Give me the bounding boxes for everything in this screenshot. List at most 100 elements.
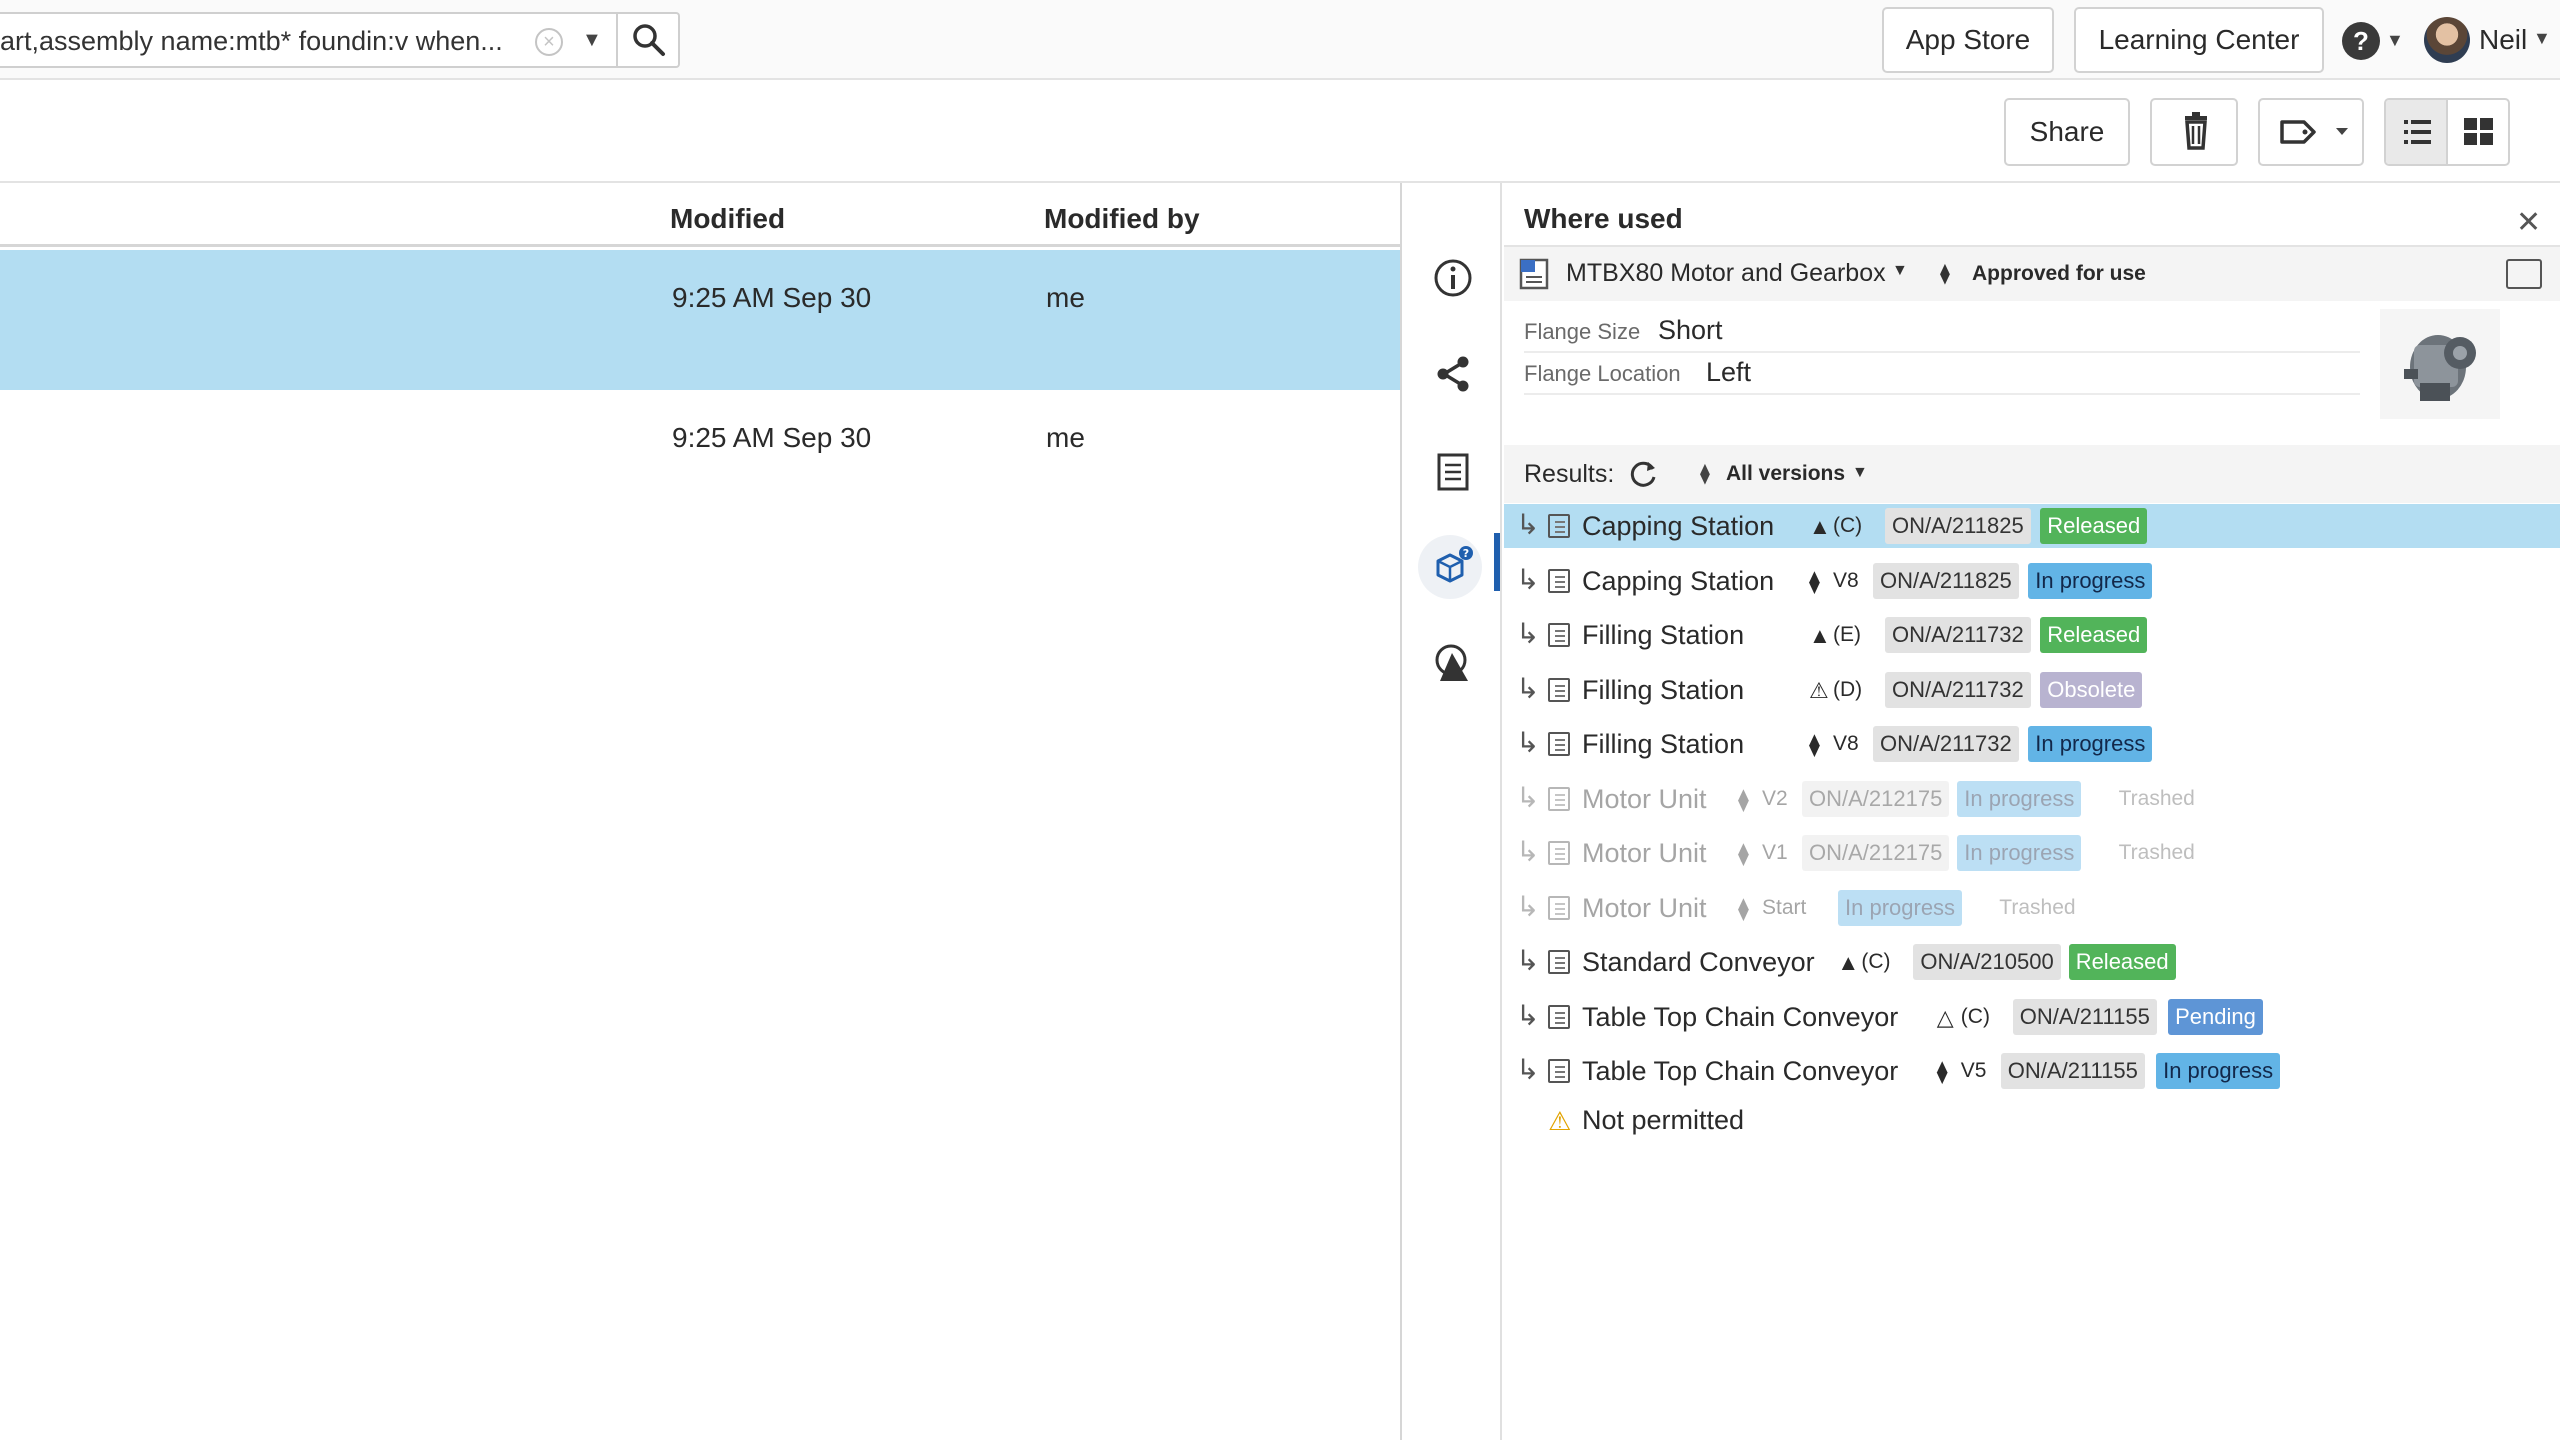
result-row[interactable]: ↳ Standard Conveyor ▲ (C) ON/A/210500 Release…: [1504, 940, 2560, 984]
revision-status-icon: ⧫: [1809, 568, 1820, 594]
learning-center-button[interactable]: Learning Center: [2074, 7, 2324, 73]
trash-icon: [2185, 112, 2207, 150]
compare-icon[interactable]: [1430, 639, 1476, 685]
user-name[interactable]: Neil: [2479, 24, 2527, 56]
revision-status-icon: △: [1936, 1004, 1954, 1030]
result-name[interactable]: Motor Unit: [1582, 784, 1707, 815]
used-in-arrow-icon: ↳: [1516, 945, 1540, 976]
share-button[interactable]: Share: [2004, 98, 2130, 166]
revision-label: (C): [1833, 514, 1863, 537]
share-icon[interactable]: [1430, 351, 1476, 397]
result-row[interactable]: ↳ Filling Station ▲ (E) ON/A/211732 Released: [1504, 613, 2560, 657]
revision-label: Start: [1762, 895, 1807, 919]
result-row[interactable]: ↳ Table Top Chain Conveyor △ (C) ON/A/211155…: [1504, 995, 2560, 1039]
part-number-badge: ON/A/212175: [1802, 835, 1950, 871]
details-icon[interactable]: [1430, 449, 1476, 495]
refresh-icon[interactable]: [1626, 457, 1660, 491]
configuration-panel: Flange Size Short Flange Location Left: [1504, 303, 2560, 433]
item-version-selector[interactable]: MTBX80 Motor and Gearbox: [1566, 259, 1886, 288]
result-name[interactable]: Motor Unit: [1582, 838, 1707, 869]
status-badge: In progress: [2156, 1053, 2281, 1089]
used-in-arrow-icon: ↳: [1516, 781, 1540, 813]
revision-label: (D): [1833, 677, 1863, 701]
list-view-button[interactable]: [2386, 100, 2448, 164]
revision-status-icon: ⧫: [1809, 732, 1820, 757]
result-name[interactable]: Capping Station: [1582, 566, 1774, 597]
search-options-chevron-icon[interactable]: ▼: [582, 29, 602, 52]
result-name[interactable]: Table Top Chain Conveyor: [1582, 1056, 1898, 1087]
result-row[interactable]: ↳ Table Top Chain Conveyor ⧫ V5 ON/A/211155 I…: [1504, 1049, 2560, 1093]
close-icon[interactable]: ✕: [2516, 205, 2541, 240]
version-icon: ⧫: [1700, 463, 1710, 485]
revision-label: V1: [1762, 841, 1788, 864]
info-icon[interactable]: [1430, 255, 1476, 301]
status-badge: Obsolete: [2040, 671, 2143, 708]
list-view-icon: [2404, 120, 2431, 144]
help-menu[interactable]: ? ▼: [2342, 22, 2404, 62]
result-name[interactable]: Motor Unit: [1582, 893, 1707, 924]
user-menu-chevron-icon[interactable]: ▼: [2533, 28, 2551, 49]
results-label: Results:: [1524, 460, 1615, 488]
table-row[interactable]: 9:25 AM Sep 30 me: [0, 250, 1400, 390]
list-header: Modified Modified by: [0, 185, 1400, 247]
trashed-label: Trashed: [1999, 895, 2076, 919]
used-in-arrow-icon: ↳: [1516, 727, 1540, 758]
column-header-modified-by[interactable]: Modified by: [1044, 203, 1200, 235]
result-row[interactable]: ↳ Filling Station ⚠ (D) ON/A/211732 Obsolete: [1504, 668, 2560, 712]
search-box[interactable]: art,assembly name:mtb* foundin:v when...…: [0, 12, 680, 68]
versions-filter-dropdown[interactable]: All versions: [1726, 462, 1845, 486]
status-badge: Pending: [2168, 998, 2263, 1035]
result-row[interactable]: ↳ Motor Unit ⧫ V1 ON/A/212175 In progress Tras…: [1504, 831, 2560, 875]
used-in-arrow-icon: ↳: [1516, 1054, 1540, 1085]
result-name[interactable]: Standard Conveyor: [1582, 947, 1815, 978]
not-permitted-row: ⚠ Not permitted: [1504, 1098, 2560, 1142]
result-row[interactable]: ↳ Capping Station ⧫ V8 ON/A/211825 In progres…: [1504, 559, 2560, 603]
help-icon: ?: [2342, 22, 2380, 60]
result-name[interactable]: Filling Station: [1582, 620, 1744, 651]
result-row[interactable]: ↳ Motor Unit ⧫ Start In progress Trashed: [1504, 886, 2560, 930]
trashed-label: Trashed: [2118, 786, 2195, 810]
status-badge: In progress: [2028, 562, 2153, 599]
label-button[interactable]: [2258, 98, 2364, 166]
chevron-down-icon[interactable]: ▼: [1892, 262, 1908, 280]
view-toggle: [2384, 98, 2510, 166]
assembly-icon: [1518, 257, 1552, 291]
app-store-button[interactable]: App Store: [1882, 7, 2054, 73]
search-button[interactable]: [616, 14, 678, 66]
assembly-icon: [1548, 1004, 1570, 1029]
document-toolbar: Share: [0, 80, 2560, 183]
where-used-icon[interactable]: ?: [1430, 543, 1476, 589]
chevron-down-icon[interactable]: ▼: [1852, 464, 1868, 482]
revision-status-icon: ▲: [1809, 623, 1831, 648]
result-name[interactable]: Capping Station: [1582, 511, 1774, 542]
result-name[interactable]: Table Top Chain Conveyor: [1582, 1002, 1898, 1033]
config-value[interactable]: Left: [1706, 357, 1751, 388]
modified-cell: 9:25 AM Sep 30: [672, 422, 872, 453]
avatar[interactable]: [2424, 17, 2470, 63]
revision-status-icon: ▲: [1837, 950, 1860, 975]
result-row[interactable]: ↳ Filling Station ⧫ V8 ON/A/211732 In progres…: [1504, 722, 2560, 766]
config-value[interactable]: Short: [1658, 315, 1723, 346]
open-in-tab-icon[interactable]: [2506, 259, 2542, 289]
status-badge: Released: [2040, 617, 2148, 653]
column-header-modified[interactable]: Modified: [670, 203, 785, 235]
delete-button[interactable]: [2150, 98, 2238, 166]
modified-cell: 9:25 AM Sep 30: [672, 282, 872, 313]
status-badge: Released: [2040, 508, 2148, 544]
revision-label: (C): [1960, 1004, 1990, 1028]
table-row[interactable]: 9:25 AM Sep 30 me: [0, 390, 1400, 530]
result-name[interactable]: Filling Station: [1582, 729, 1744, 760]
part-number-badge: ON/A/211825: [1885, 508, 2031, 544]
config-label: Flange Location: [1524, 361, 1681, 386]
result-row[interactable]: ↳ Motor Unit ⧫ V2 ON/A/212175 In progress Tras…: [1504, 777, 2560, 821]
status-badge: In progress: [1957, 835, 2082, 871]
result-name[interactable]: Filling Station: [1582, 675, 1744, 706]
status-badge: In progress: [1838, 889, 1963, 926]
grid-view-button[interactable]: [2448, 100, 2508, 164]
result-row[interactable]: ↳ Capping Station ▲ (C) ON/A/211825 Released: [1504, 504, 2560, 548]
assembly-icon: [1548, 895, 1570, 920]
search-input[interactable]: art,assembly name:mtb* foundin:v when...: [0, 26, 520, 57]
modified-by-cell: me: [1046, 282, 1085, 313]
clear-search-icon[interactable]: ×: [535, 28, 563, 56]
assembly-icon: [1548, 732, 1570, 756]
